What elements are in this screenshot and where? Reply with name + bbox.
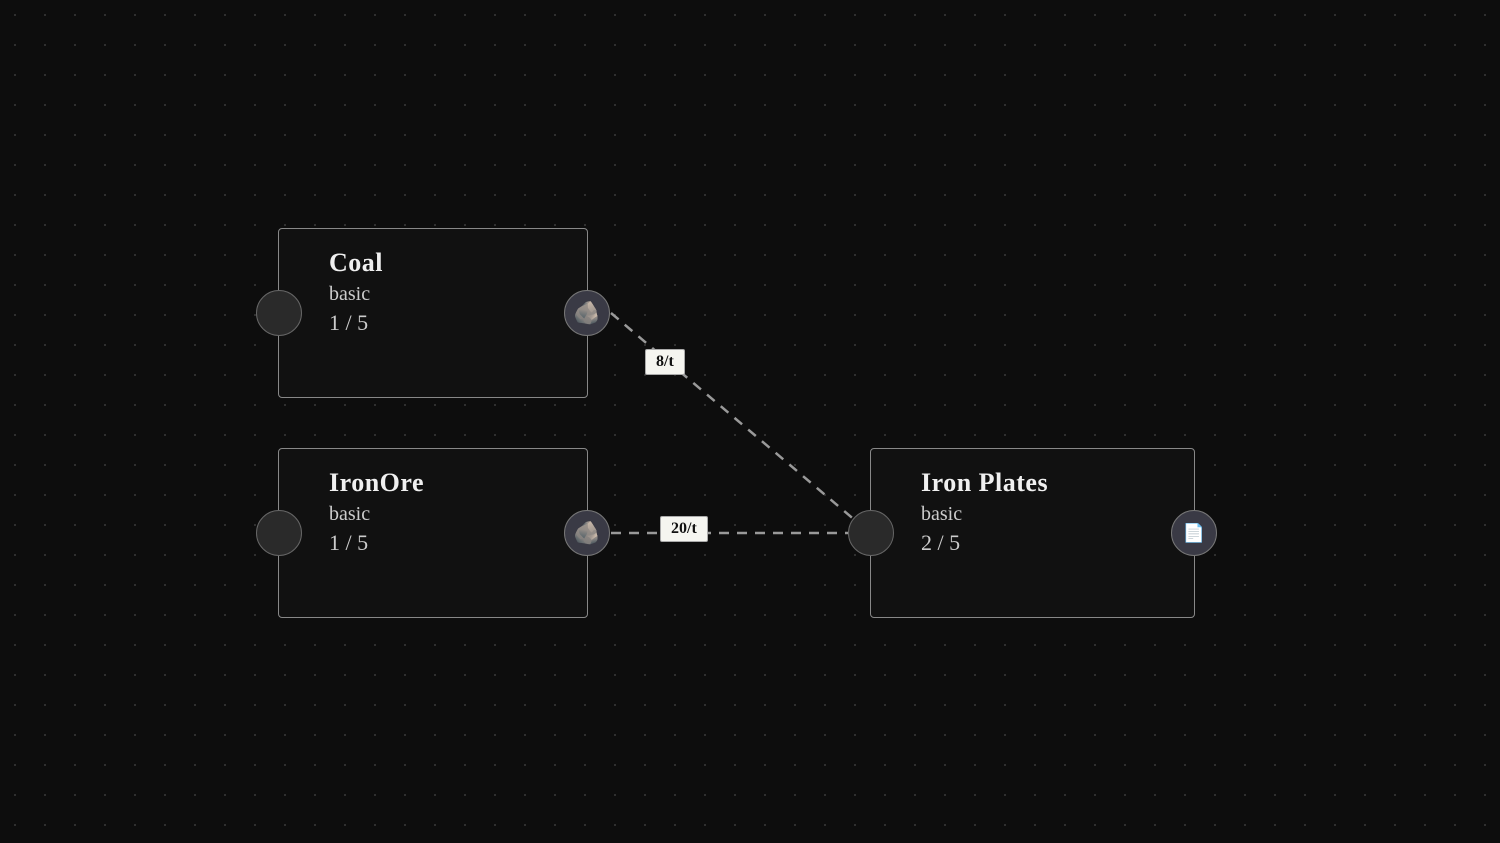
iron-ore-right-connector[interactable]: 🪨	[564, 510, 610, 556]
coal-left-connector[interactable]	[256, 290, 302, 336]
iron-plates-title: Iron Plates	[921, 467, 1170, 498]
canvas: Coal basic 1 / 5 🪨 IronOre basic 1 / 5 🪨…	[0, 0, 1500, 843]
ore-icon: 🪨	[573, 522, 600, 544]
iron-ore-left-connector[interactable]	[256, 510, 302, 556]
coal-type: basic	[329, 282, 563, 306]
iron-ore-type: basic	[329, 502, 563, 526]
rock-icon: 🪨	[573, 302, 600, 324]
iron-plates-count: 2 / 5	[921, 530, 1170, 556]
coal-node[interactable]: Coal basic 1 / 5 🪨	[278, 228, 588, 398]
iron-plates-type: basic	[921, 502, 1170, 526]
coal-right-connector[interactable]: 🪨	[564, 290, 610, 336]
flow-label-coal: 8/t	[645, 349, 685, 375]
iron-ore-title: IronOre	[329, 467, 563, 498]
iron-ore-count: 1 / 5	[329, 530, 563, 556]
coal-count: 1 / 5	[329, 310, 563, 336]
connections-layer	[0, 0, 1500, 843]
plate-icon: 📄	[1183, 524, 1205, 542]
iron-ore-node[interactable]: IronOre basic 1 / 5 🪨	[278, 448, 588, 618]
coal-title: Coal	[329, 247, 563, 278]
iron-plates-node[interactable]: Iron Plates basic 2 / 5 📄	[870, 448, 1195, 618]
iron-plates-right-connector[interactable]: 📄	[1171, 510, 1217, 556]
flow-label-iron-ore: 20/t	[660, 516, 708, 542]
iron-plates-left-connector[interactable]	[848, 510, 894, 556]
